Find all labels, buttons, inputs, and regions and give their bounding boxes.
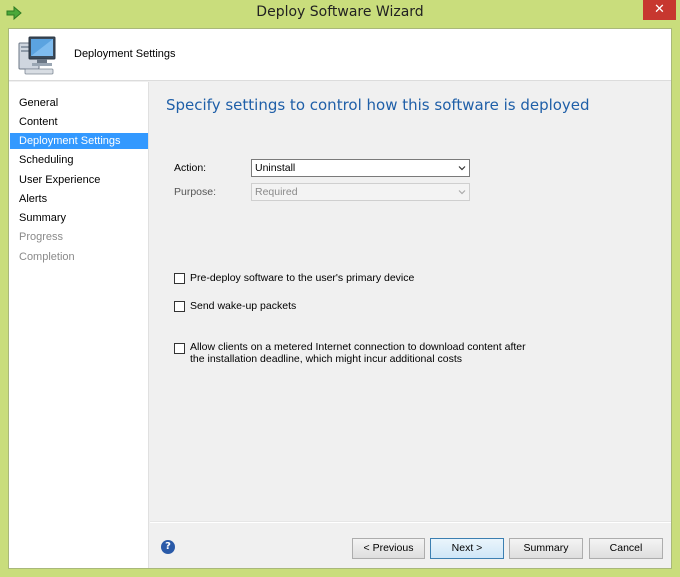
metered-label: Allow clients on a metered Internet conn… [190, 341, 526, 365]
chevron-down-icon [458, 166, 466, 171]
nav-item-scheduling[interactable]: Scheduling [10, 152, 148, 168]
nav-item-summary[interactable]: Summary [10, 210, 148, 226]
purpose-value: Required [255, 186, 298, 198]
nav-item-completion: Completion [19, 251, 75, 263]
wizard-nav: General Content Deployment Settings Sche… [9, 82, 149, 568]
purpose-label: Purpose: [174, 186, 217, 198]
wizard-body: Deployment Settings General Content Depl… [8, 28, 672, 569]
purpose-select: Required [251, 183, 470, 201]
wakeup-checkbox[interactable] [174, 301, 185, 312]
predeploy-checkbox[interactable] [174, 273, 185, 284]
help-icon[interactable]: ? [161, 540, 175, 554]
wizard-window: Deploy Software Wizard ✕ Deployment Sett… [0, 0, 680, 577]
nav-item-deployment-settings[interactable]: Deployment Settings [10, 133, 148, 149]
wizard-header: Deployment Settings [9, 29, 671, 81]
summary-button[interactable]: Summary [509, 538, 583, 559]
action-select[interactable]: Uninstall [251, 159, 470, 177]
nav-item-user-experience[interactable]: User Experience [10, 172, 148, 188]
window-title: Deploy Software Wizard [256, 4, 424, 20]
nav-item-alerts[interactable]: Alerts [10, 191, 148, 207]
page-title: Deployment Settings [74, 48, 176, 60]
nav-item-progress: Progress [19, 231, 64, 243]
cancel-button[interactable]: Cancel [589, 538, 663, 559]
close-button[interactable]: ✕ [643, 0, 676, 20]
title-bar[interactable]: Deploy Software Wizard ✕ [0, 0, 680, 28]
next-button[interactable]: Next > [430, 538, 504, 559]
chevron-down-icon [458, 190, 466, 195]
predeploy-label: Pre-deploy software to the user's primar… [190, 272, 415, 284]
main-panel: Specify settings to control how this sof… [150, 82, 671, 568]
action-label: Action: [174, 162, 207, 174]
page-heading: Specify settings to control how this sof… [166, 96, 590, 114]
metered-checkbox[interactable] [174, 343, 185, 354]
nav-item-general[interactable]: General [10, 95, 148, 111]
action-value: Uninstall [255, 162, 296, 174]
computer-icon [18, 36, 56, 75]
previous-button[interactable]: < Previous [352, 538, 425, 559]
nav-item-content[interactable]: Content [10, 114, 148, 130]
wakeup-label: Send wake-up packets [190, 300, 297, 312]
